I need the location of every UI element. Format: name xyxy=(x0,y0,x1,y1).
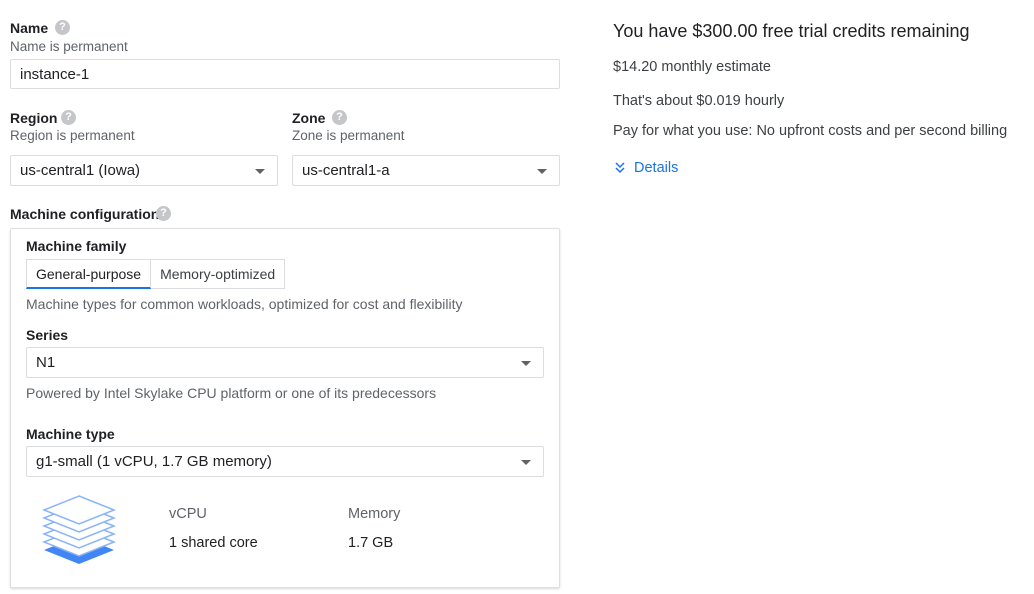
dropdown-caret-icon xyxy=(255,168,265,174)
machine-type-select[interactable]: g1-small (1 vCPU, 1.7 GB memory) xyxy=(26,446,544,477)
details-link[interactable]: Details xyxy=(613,160,678,176)
region-sublabel: Region is permanent xyxy=(10,128,135,143)
series-label: Series xyxy=(26,327,69,343)
vcpu-value: 1 shared core xyxy=(169,535,258,551)
stacked-layers-icon xyxy=(41,495,117,564)
region-select-value: us-central1 (Iowa) xyxy=(20,162,141,179)
region-label: Region xyxy=(10,110,58,126)
zone-label: Zone xyxy=(292,110,326,126)
series-select[interactable]: N1 xyxy=(26,347,544,378)
name-sublabel: Name is permanent xyxy=(10,39,128,54)
details-label: Details xyxy=(634,160,679,176)
memory-header: Memory xyxy=(348,506,401,522)
zone-sublabel: Zone is permanent xyxy=(292,128,405,143)
machine-type-label: Machine type xyxy=(26,426,115,442)
vcpu-header: vCPU xyxy=(169,506,207,522)
machine-family-tabs: General-purpose Memory-optimized xyxy=(26,259,286,289)
series-description: Powered by Intel Skylake CPU platform or… xyxy=(26,385,437,401)
monthly-estimate: $14.20 monthly estimate xyxy=(613,59,771,75)
machine-configuration-help-icon[interactable]: ? xyxy=(156,206,171,221)
dropdown-caret-icon xyxy=(521,360,531,366)
machine-family-description: Machine types for common workloads, opti… xyxy=(26,296,463,312)
tab-memory-optimized[interactable]: Memory-optimized xyxy=(151,259,286,289)
name-input-value: instance-1 xyxy=(20,65,90,83)
region-help-icon[interactable]: ? xyxy=(61,110,76,125)
zone-help-icon[interactable]: ? xyxy=(332,110,347,125)
hourly-estimate: That's about $0.019 hourly xyxy=(613,93,785,109)
machine-type-select-value: g1-small (1 vCPU, 1.7 GB memory) xyxy=(36,453,272,470)
region-select[interactable]: us-central1 (Iowa) xyxy=(10,155,278,186)
chevron-double-down-icon xyxy=(615,162,625,174)
series-select-value: N1 xyxy=(36,354,56,371)
dropdown-caret-icon xyxy=(521,459,531,465)
billing-note: Pay for what you use: No upfront costs a… xyxy=(613,123,1008,139)
memory-value: 1.7 GB xyxy=(348,535,394,551)
name-help-icon[interactable]: ? xyxy=(55,20,70,35)
dropdown-caret-icon xyxy=(537,168,547,174)
tab-general-purpose[interactable]: General-purpose xyxy=(26,259,152,289)
machine-configuration-label: Machine configuration xyxy=(10,206,160,222)
zone-select-value: us-central1-a xyxy=(302,162,390,179)
name-input[interactable]: instance-1 xyxy=(10,59,560,89)
free-trial-credits-title: You have $300.00 free trial credits rema… xyxy=(613,21,970,41)
zone-select[interactable]: us-central1-a xyxy=(292,155,560,186)
name-label: Name xyxy=(10,20,49,36)
machine-family-label: Machine family xyxy=(26,238,127,254)
